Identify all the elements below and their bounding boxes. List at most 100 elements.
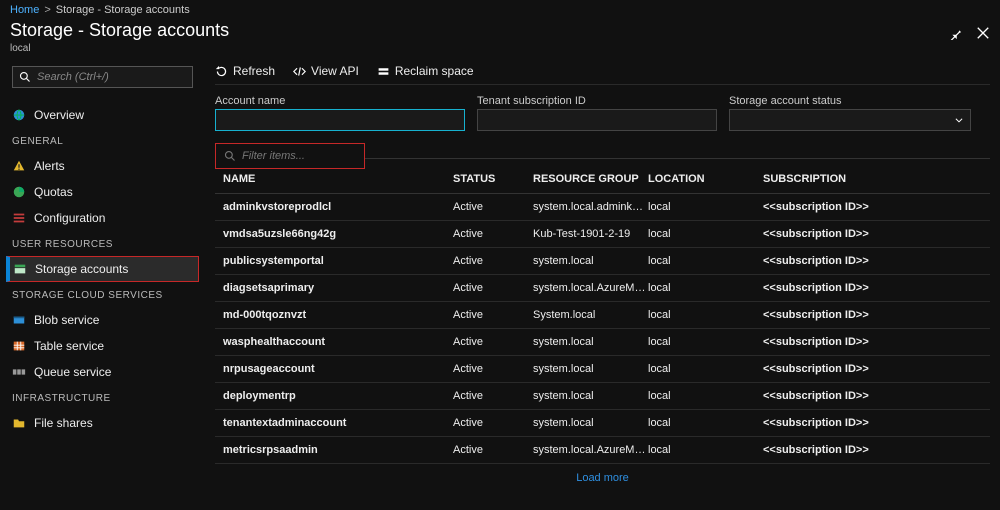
sidebar-item-table-service[interactable]: Table service <box>6 333 199 359</box>
chevron-down-icon <box>954 115 964 125</box>
sidebar-item-blob-service[interactable]: Blob service <box>6 307 199 333</box>
cell-status: Active <box>453 390 533 402</box>
reclaim-icon <box>377 65 390 78</box>
table-row[interactable]: md-000tqoznvztActiveSystem.locallocal<<s… <box>215 302 990 329</box>
cell-rg: system.local.adminkeyv... <box>533 201 648 213</box>
refresh-icon <box>215 65 228 78</box>
fileshare-icon <box>12 416 26 430</box>
table-filter-placeholder: Filter items... <box>242 150 305 162</box>
sidebar-item-label: Alerts <box>34 159 65 173</box>
cell-status: Active <box>453 336 533 348</box>
toolbar: Refresh View API Reclaim space <box>215 64 990 85</box>
refresh-button[interactable]: Refresh <box>215 64 275 78</box>
cell-rg: system.local <box>533 417 648 429</box>
cell-name: diagsetsaprimary <box>223 282 453 294</box>
sidebar-group-label: USER RESOURCES <box>12 239 193 250</box>
tenant-subscription-input[interactable] <box>477 109 717 131</box>
sidebar-search[interactable]: Search (Ctrl+/) <box>12 66 193 88</box>
divider <box>365 158 990 159</box>
view-api-label: View API <box>311 64 359 78</box>
sidebar-item-overview[interactable]: Overview <box>6 102 199 128</box>
sidebar-item-quotas[interactable]: Quotas <box>6 179 199 205</box>
queue-icon <box>12 365 26 379</box>
quotas-icon <box>12 185 26 199</box>
sidebar-item-queue-service[interactable]: Queue service <box>6 359 199 385</box>
cell-rg: system.local <box>533 363 648 375</box>
page-subtitle: local <box>10 43 229 54</box>
cell-sub: <<subscription ID>> <box>763 363 993 375</box>
cell-loc: local <box>648 363 763 375</box>
globe-icon <box>12 108 26 122</box>
account-name-input[interactable] <box>215 109 465 131</box>
filter-account-name: Account name <box>215 95 465 131</box>
sidebar-group-label: STORAGE CLOUD SERVICES <box>12 290 193 301</box>
cell-status: Active <box>453 309 533 321</box>
cell-status: Active <box>453 417 533 429</box>
cell-name: metricsrpsaadmin <box>223 444 453 456</box>
filter-row: Account name Tenant subscription ID Stor… <box>215 95 990 131</box>
cell-sub: <<subscription ID>> <box>763 390 993 402</box>
cell-status: Active <box>453 444 533 456</box>
breadcrumb-current: Storage - Storage accounts <box>56 4 190 16</box>
cell-name: adminkvstoreprodlcl <box>223 201 453 213</box>
table-row[interactable]: metricsrpsaadminActivesystem.local.Azure… <box>215 437 990 464</box>
table-row[interactable]: publicsystemportalActivesystem.localloca… <box>215 248 990 275</box>
cell-sub: <<subscription ID>> <box>763 336 993 348</box>
breadcrumb-home[interactable]: Home <box>10 4 39 16</box>
config-icon <box>12 211 26 225</box>
view-api-button[interactable]: View API <box>293 64 359 78</box>
sidebar-item-file-shares[interactable]: File shares <box>6 410 199 436</box>
reclaim-space-button[interactable]: Reclaim space <box>377 64 474 78</box>
sidebar-item-label: Quotas <box>34 185 73 199</box>
code-icon <box>293 65 306 78</box>
cell-name: vmdsa5uzsle66ng42g <box>223 228 453 240</box>
search-icon <box>224 150 236 162</box>
col-sub[interactable]: SUBSCRIPTION <box>763 173 993 185</box>
table-row[interactable]: adminkvstoreprodlclActivesystem.local.ad… <box>215 194 990 221</box>
search-icon <box>19 71 31 83</box>
table-row[interactable]: vmdsa5uzsle66ng42gActiveKub-Test-1901-2-… <box>215 221 990 248</box>
cell-loc: local <box>648 255 763 267</box>
col-loc[interactable]: LOCATION <box>648 173 763 185</box>
pin-icon[interactable] <box>948 26 962 40</box>
load-more-link[interactable]: Load more <box>215 464 990 492</box>
table-row[interactable]: diagsetsaprimaryActivesystem.local.Azure… <box>215 275 990 302</box>
col-status[interactable]: STATUS <box>453 173 533 185</box>
filter-tenant: Tenant subscription ID <box>477 95 717 131</box>
table-row[interactable]: deploymentrpActivesystem.locallocal<<sub… <box>215 383 990 410</box>
cell-loc: local <box>648 390 763 402</box>
storage-icon <box>13 262 27 276</box>
col-name[interactable]: NAME <box>223 173 453 185</box>
cell-rg: system.local <box>533 390 648 402</box>
sidebar-item-label: Blob service <box>34 313 99 327</box>
filter-status: Storage account status <box>729 95 971 131</box>
alerts-icon <box>12 159 26 173</box>
table-row[interactable]: tenantextadminaccountActivesystem.locall… <box>215 410 990 437</box>
cell-rg: system.local.AzureMon... <box>533 282 648 294</box>
page-title: Storage - Storage accounts <box>10 20 229 41</box>
cell-rg: system.local.AzureMon... <box>533 444 648 456</box>
cell-sub: <<subscription ID>> <box>763 444 993 456</box>
sidebar-item-configuration[interactable]: Configuration <box>6 205 199 231</box>
cell-name: tenantextadminaccount <box>223 417 453 429</box>
sidebar-item-alerts[interactable]: Alerts <box>6 153 199 179</box>
close-icon[interactable] <box>976 26 990 40</box>
filter-tenant-label: Tenant subscription ID <box>477 95 717 107</box>
sidebar-group-label: INFRASTRUCTURE <box>12 393 193 404</box>
status-dropdown[interactable] <box>729 109 971 131</box>
sidebar-search-placeholder: Search (Ctrl+/) <box>37 71 109 83</box>
cell-name: deploymentrp <box>223 390 453 402</box>
sidebar-item-label: Storage accounts <box>35 262 128 276</box>
cell-loc: local <box>648 201 763 213</box>
blob-icon <box>12 313 26 327</box>
reclaim-label: Reclaim space <box>395 64 474 78</box>
sidebar: Search (Ctrl+/) Overview GENERALAlertsQu… <box>0 60 205 510</box>
cell-loc: local <box>648 228 763 240</box>
table-row[interactable]: wasphealthaccountActivesystem.locallocal… <box>215 329 990 356</box>
table-row[interactable]: nrpusageaccountActivesystem.locallocal<<… <box>215 356 990 383</box>
filter-status-label: Storage account status <box>729 95 971 107</box>
col-rg[interactable]: RESOURCE GROUP <box>533 173 648 185</box>
sidebar-item-storage-accounts[interactable]: Storage accounts <box>6 256 199 282</box>
breadcrumb-sep: > <box>44 4 50 16</box>
cell-rg: system.local <box>533 255 648 267</box>
